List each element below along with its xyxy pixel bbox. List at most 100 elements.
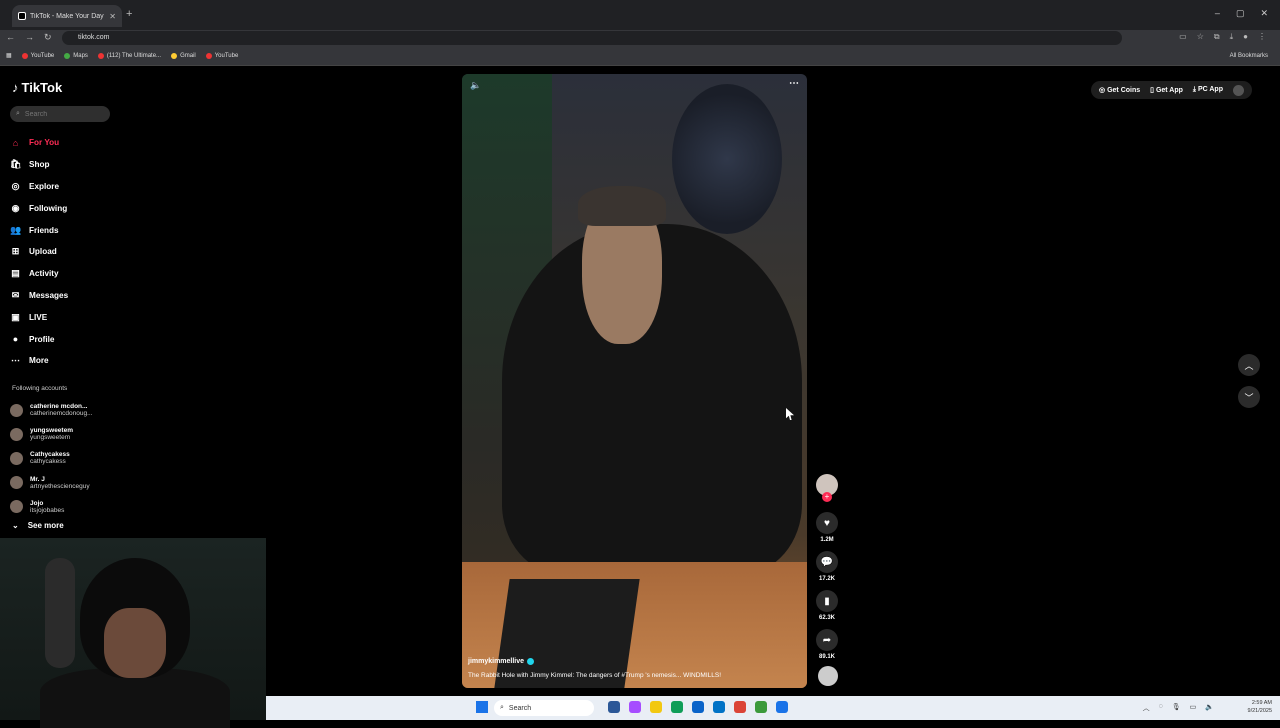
new-tab-button[interactable]: + [126, 8, 132, 20]
avatar [10, 476, 23, 490]
store-icon[interactable] [692, 701, 704, 713]
sidebar: ♪ TikTok ⌕ ⌂For You 🛍Shop ◎Explore ◉Foll… [0, 66, 130, 536]
taskbar-apps [608, 701, 788, 713]
sidebar-item-for-you[interactable]: ⌂ For You [10, 132, 125, 154]
close-window-button[interactable]: ✕ [1260, 8, 1268, 19]
tiktok-logo[interactable]: ♪ TikTok [12, 80, 62, 95]
sidebar-item-upload[interactable]: ⊞ Upload [10, 241, 125, 263]
network-icon[interactable]: ◌ [1159, 703, 1163, 713]
sidebar-item-profile[interactable]: ● Profile [10, 328, 125, 350]
avatar [10, 427, 23, 441]
sidebar-item-following[interactable]: ◉ Following [10, 197, 125, 219]
forward-icon[interactable]: → [25, 32, 34, 43]
windows-taskbar: ⌕ Search ︿ ◌ 🎙 ▭ 🔈 2:59 AM 9/21/2025 [266, 696, 1280, 720]
comment-action[interactable]: 💬 17.2K [816, 551, 838, 582]
more-icon: ⋯ [11, 355, 20, 366]
video-background-rabbit [672, 84, 782, 234]
profile-avatar[interactable] [1233, 84, 1244, 96]
system-tray: ︿ ◌ 🎙 ▭ 🔈 [1143, 703, 1214, 713]
microphone-icon[interactable]: 🎙 [1172, 703, 1181, 713]
nav-buttons: ← → ↻ [6, 32, 52, 43]
sidebar-item-live[interactable]: ▣ LIVE [10, 306, 125, 328]
bookmark-gmail[interactable]: Gmail [171, 52, 196, 59]
scroll-down-button[interactable]: ﹀ [1238, 386, 1260, 408]
video-author[interactable]: jimmykimmellive [468, 658, 535, 665]
volume-icon[interactable]: 🔈 [470, 80, 481, 91]
chevron-down-icon: ⌄ [12, 521, 19, 530]
star-icon[interactable]: ☆ [1197, 32, 1204, 42]
cast-icon[interactable]: ▭ [1179, 32, 1187, 42]
minimize-button[interactable]: – [1215, 8, 1220, 19]
get-coins-button[interactable]: ◎ Get Coins [1099, 86, 1140, 94]
scroll-up-button[interactable]: ︿ [1238, 354, 1260, 376]
tab-title: TikTok - Make Your Day [30, 12, 104, 20]
profile-avatar-icon[interactable]: ● [1243, 32, 1248, 42]
sidebar-item-friends[interactable]: 👥 Friends [10, 219, 125, 241]
sidebar-item-more[interactable]: ⋯ More [10, 350, 125, 372]
follow-plus-icon[interactable]: + [822, 492, 832, 502]
address-icons: ▭ ☆ ⧉ ⤓ ● ⋮ [1179, 32, 1266, 42]
pc-app-button[interactable]: ⤓ PC App [1193, 86, 1223, 94]
volume-icon[interactable]: 🔈 [1205, 703, 1214, 713]
menu-icon[interactable]: ⋮ [1258, 32, 1266, 42]
app-icon[interactable] [776, 701, 788, 713]
reload-icon[interactable]: ↻ [44, 32, 52, 43]
spotify-icon[interactable] [755, 701, 767, 713]
taskbar-search[interactable]: ⌕ Search [494, 700, 594, 716]
following-account[interactable]: Jojo itsjojobabes [10, 495, 120, 519]
share-action[interactable]: ➦ 89.1K [816, 629, 838, 660]
windows-start-icon[interactable] [476, 701, 488, 713]
sidebar-item-messages[interactable]: ✉ Messages [10, 285, 125, 307]
back-icon[interactable]: ← [6, 32, 15, 43]
like-action[interactable]: ♥ 1.2M [816, 512, 838, 543]
taskbar-clock[interactable]: 2:59 AM 9/21/2025 [1248, 699, 1272, 715]
music-disc-avatar[interactable] [818, 666, 838, 686]
copilot-icon[interactable] [629, 701, 641, 713]
video-player[interactable]: 🔈 ⋯ jimmykimmellive The Rabbit Hole with… [462, 74, 807, 688]
extensions-icon[interactable]: ⧉ [1214, 32, 1220, 42]
search-box[interactable]: ⌕ [10, 106, 110, 122]
display-icon[interactable]: ▭ [1190, 703, 1197, 713]
home-icon: ⌂ [12, 137, 19, 148]
chrome-icon[interactable] [734, 701, 746, 713]
bookmark-ultimate[interactable]: (112) The Ultimate... [97, 52, 161, 59]
following-account[interactable]: Cathycakess cathycakess [10, 446, 120, 470]
bookmark-youtube-2[interactable]: YouTube [205, 52, 238, 59]
following-account[interactable]: Mr. Jartnyethescienceguy [10, 471, 120, 495]
search-input[interactable] [24, 110, 95, 118]
browser-tab[interactable]: TikTok - Make Your Day ✕ [12, 5, 122, 27]
webcam-face [104, 608, 166, 678]
all-bookmarks-button[interactable]: All Bookmarks [1230, 53, 1268, 59]
sidebar-item-explore[interactable]: ◎ Explore [10, 176, 125, 198]
address-bar[interactable]: tiktok.com [62, 31, 1122, 45]
chevron-up-icon[interactable]: ︿ [1143, 703, 1150, 713]
following-account[interactable]: catherine mcdon... catherinemcdonoug... [10, 398, 120, 422]
tiktok-note-icon: ♪ [12, 80, 19, 95]
video-person-hair [578, 186, 666, 226]
outlook-icon[interactable] [713, 701, 725, 713]
maximize-button[interactable]: ▢ [1236, 8, 1245, 19]
edge-icon[interactable] [671, 701, 683, 713]
apps-grid-icon[interactable]: ▦ [6, 52, 12, 59]
get-app-button[interactable]: ▯ Get App [1150, 86, 1183, 94]
task-view-icon[interactable] [608, 701, 620, 713]
avatar [10, 403, 23, 417]
file-explorer-icon[interactable] [650, 701, 662, 713]
bookmark-youtube[interactable]: YouTube [21, 52, 54, 59]
save-action[interactable]: ▮ 62.3K [816, 590, 838, 621]
following-accounts-list: catherine mcdon... catherinemcdonoug... y… [10, 398, 120, 519]
more-options-icon[interactable]: ⋯ [789, 78, 799, 89]
see-more-button[interactable]: ⌄ See more [12, 521, 64, 530]
upload-icon: ⊞ [11, 246, 20, 257]
search-icon: ⌕ [16, 110, 20, 117]
download-icon[interactable]: ⤓ [1230, 32, 1234, 42]
tab-close-icon[interactable]: ✕ [109, 12, 116, 21]
sidebar-item-shop[interactable]: 🛍 Shop [10, 154, 125, 176]
following-account[interactable]: yungsweetem yungsweetem [10, 422, 120, 446]
following-accounts-title: Following accounts [12, 385, 68, 392]
bookmark-maps[interactable]: Maps [64, 52, 88, 59]
youtube-icon [205, 52, 212, 59]
sidebar-item-activity[interactable]: ▤ Activity [10, 263, 125, 285]
activity-icon: ▤ [11, 268, 20, 279]
share-count: 89.1K [818, 654, 835, 660]
